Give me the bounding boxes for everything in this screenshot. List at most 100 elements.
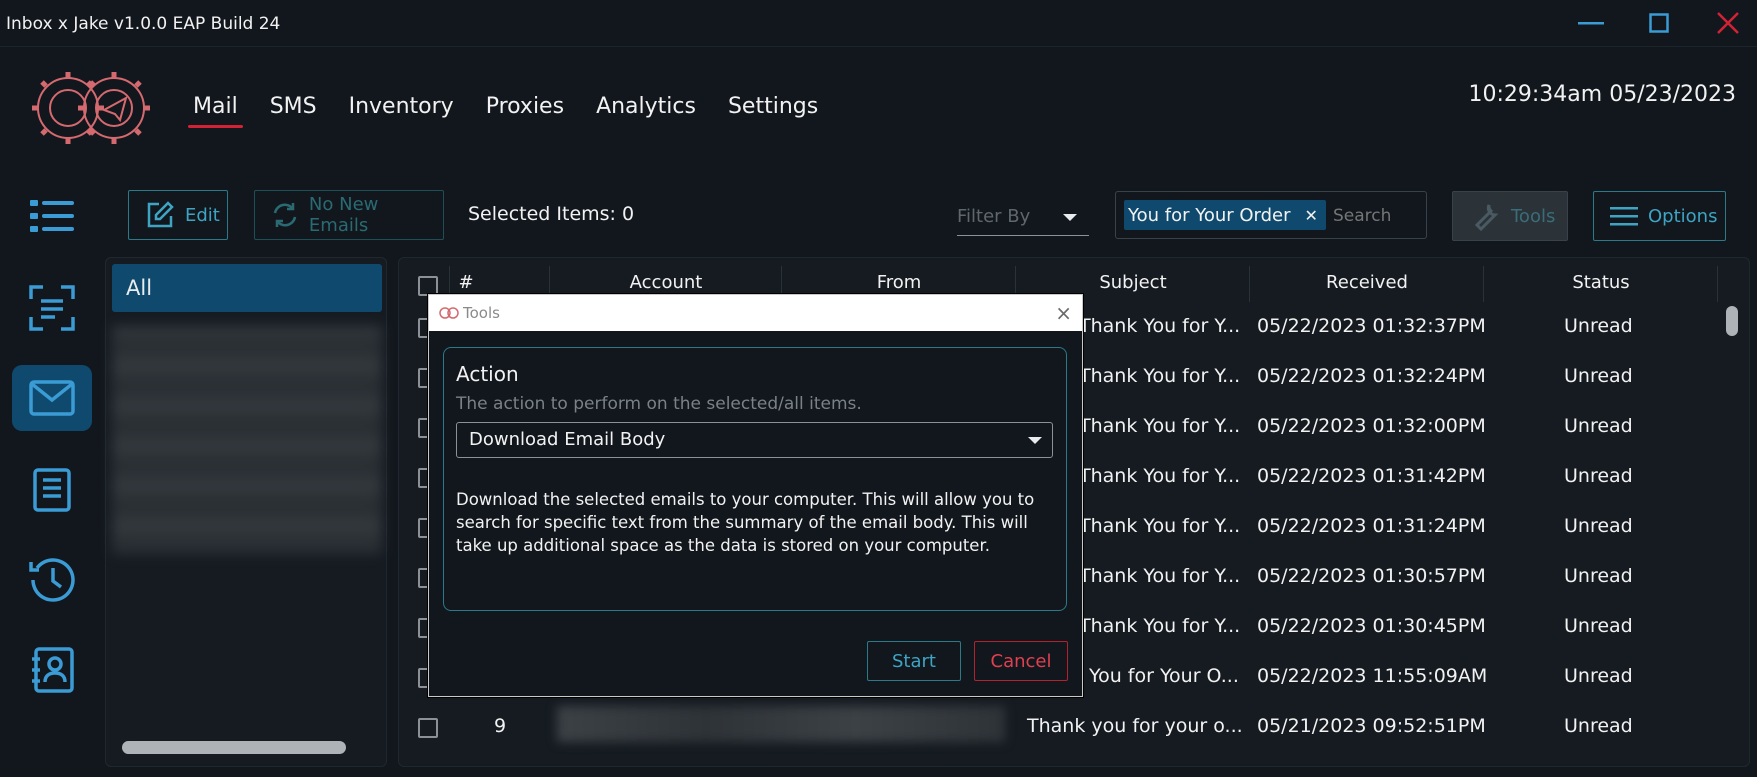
tools-label: Tools — [1511, 205, 1556, 227]
row-subject: Thank you for your o... — [1027, 715, 1243, 737]
chevron-down-icon — [1028, 437, 1042, 444]
nav-inventory[interactable]: Inventory — [349, 94, 454, 125]
row-subject: Thank You for Y... — [1079, 465, 1241, 487]
row-received: 05/22/2023 01:31:42PM — [1257, 465, 1486, 487]
blurred-account-from — [557, 706, 1005, 742]
edit-button[interactable]: Edit — [128, 190, 228, 240]
action-select[interactable]: Download Email Body — [456, 422, 1053, 458]
maximize-icon — [1649, 13, 1669, 33]
nav-settings[interactable]: Settings — [728, 94, 818, 125]
row-status: Unread — [1564, 315, 1633, 337]
row-received: 05/22/2023 01:32:00PM — [1257, 415, 1486, 437]
dialog-close-button[interactable]: × — [1055, 301, 1072, 325]
no-new-emails-button[interactable]: No New Emails — [254, 190, 444, 240]
app-logo-small-icon — [439, 307, 459, 319]
row-subject: Thank You for Y... — [1079, 365, 1241, 387]
search-box: You for Your Order ✕ — [1115, 191, 1427, 239]
close-icon — [1717, 12, 1739, 34]
nav-proxies[interactable]: Proxies — [486, 94, 564, 125]
nav-analytics[interactable]: Analytics — [596, 94, 696, 125]
folder-all[interactable]: All — [112, 264, 382, 312]
refresh-icon — [273, 203, 297, 227]
rail-mail[interactable] — [12, 365, 92, 431]
col-number[interactable]: # — [451, 272, 481, 293]
rail-list[interactable] — [12, 183, 92, 249]
row-subject: Thank You for Y... — [1079, 615, 1241, 637]
dialog-titlebar: Tools × — [429, 295, 1082, 331]
edit-label: Edit — [185, 204, 220, 226]
wrench-icon — [1474, 204, 1499, 231]
row-received: 05/22/2023 01:30:45PM — [1257, 615, 1486, 637]
rail-document[interactable] — [12, 457, 92, 523]
action-description: Download the selected emails to your com… — [456, 490, 1035, 555]
col-received[interactable]: Received — [1251, 272, 1483, 293]
col-subject[interactable]: Subject — [1017, 272, 1249, 293]
main-nav: Mail SMS Inventory Proxies Analytics Set… — [188, 94, 818, 128]
row-received: 05/22/2023 01:32:24PM — [1257, 365, 1486, 387]
row-status: Unread — [1564, 465, 1633, 487]
filter-chip: You for Your Order ✕ — [1124, 200, 1326, 230]
no-new-emails-label: No New Emails — [308, 194, 379, 236]
row-received: 05/22/2023 11:55:09AM — [1257, 665, 1488, 687]
row-subject: Thank You for Y... — [1079, 415, 1241, 437]
row-received: 05/21/2023 09:52:51PM — [1257, 715, 1486, 737]
close-window-button[interactable] — [1710, 8, 1746, 38]
minimize-icon — [1578, 22, 1604, 25]
vertical-scrollbar[interactable] — [1726, 306, 1738, 336]
history-icon — [29, 558, 75, 602]
chevron-down-icon — [1063, 214, 1077, 221]
action-section: Action The action to perform on the sele… — [443, 347, 1067, 611]
start-button[interactable]: Start — [867, 641, 961, 681]
maximize-button[interactable] — [1641, 8, 1677, 38]
row-status: Unread — [1564, 565, 1633, 587]
row-subject: Thank You for Y... — [1079, 515, 1241, 537]
title-bar: Inbox x Jake v1.0.0 EAP Build 24 — [0, 0, 1757, 47]
row-status: Unread — [1564, 515, 1633, 537]
nav-mail[interactable]: Mail — [188, 94, 243, 128]
col-from[interactable]: From — [783, 272, 1015, 293]
app-logo — [28, 66, 158, 150]
tools-dialog: Tools × Action The action to perform on … — [428, 294, 1083, 697]
select-all-checkbox[interactable] — [418, 276, 438, 296]
row-status: Unread — [1564, 665, 1633, 687]
hamburger-icon — [1610, 207, 1638, 226]
filter-label: Filter By — [957, 206, 1031, 227]
filter-chip-label: You for Your Order — [1128, 204, 1291, 226]
minimize-button[interactable] — [1573, 8, 1609, 38]
contacts-icon — [32, 647, 74, 693]
clock: 10:29:34am 05/23/2023 — [1468, 82, 1736, 107]
app-title: Inbox x Jake v1.0.0 EAP Build 24 — [6, 14, 281, 34]
row-received: 05/22/2023 01:32:37PM — [1257, 315, 1486, 337]
horizontal-scrollbar[interactable] — [122, 741, 346, 754]
tools-button[interactable]: Tools — [1452, 191, 1568, 241]
row-status: Unread — [1564, 415, 1633, 437]
dialog-title: Tools — [463, 304, 500, 322]
blurred-folder-list — [112, 326, 382, 554]
options-button[interactable]: Options — [1593, 191, 1726, 241]
nav-sms[interactable]: SMS — [270, 94, 317, 125]
action-title: Action — [456, 362, 519, 386]
col-status[interactable]: Status — [1485, 272, 1717, 293]
document-icon — [33, 468, 71, 512]
col-account[interactable]: Account — [551, 272, 781, 293]
rail-scan[interactable] — [12, 275, 92, 341]
row-subject: You for Your O... — [1089, 665, 1239, 687]
action-select-value: Download Email Body — [469, 429, 666, 450]
list-icon — [30, 200, 74, 232]
rail-history[interactable] — [12, 546, 92, 612]
row-subject: Thank You for Y... — [1079, 565, 1241, 587]
row-checkbox[interactable] — [418, 718, 438, 738]
row-subject: Thank You for Y... — [1079, 315, 1241, 337]
chip-remove-icon[interactable]: ✕ — [1305, 206, 1318, 225]
row-status: Unread — [1564, 365, 1633, 387]
rail-contacts[interactable] — [12, 637, 92, 703]
search-input[interactable] — [1331, 205, 1425, 227]
row-received: 05/22/2023 01:30:57PM — [1257, 565, 1486, 587]
action-subtitle: The action to perform on the selected/al… — [456, 394, 862, 414]
mail-icon — [29, 380, 75, 416]
row-received: 05/22/2023 01:31:24PM — [1257, 515, 1486, 537]
row-status: Unread — [1564, 715, 1633, 737]
scan-icon — [29, 285, 75, 331]
filter-by-select[interactable]: Filter By — [957, 200, 1089, 236]
cancel-button[interactable]: Cancel — [974, 641, 1068, 681]
